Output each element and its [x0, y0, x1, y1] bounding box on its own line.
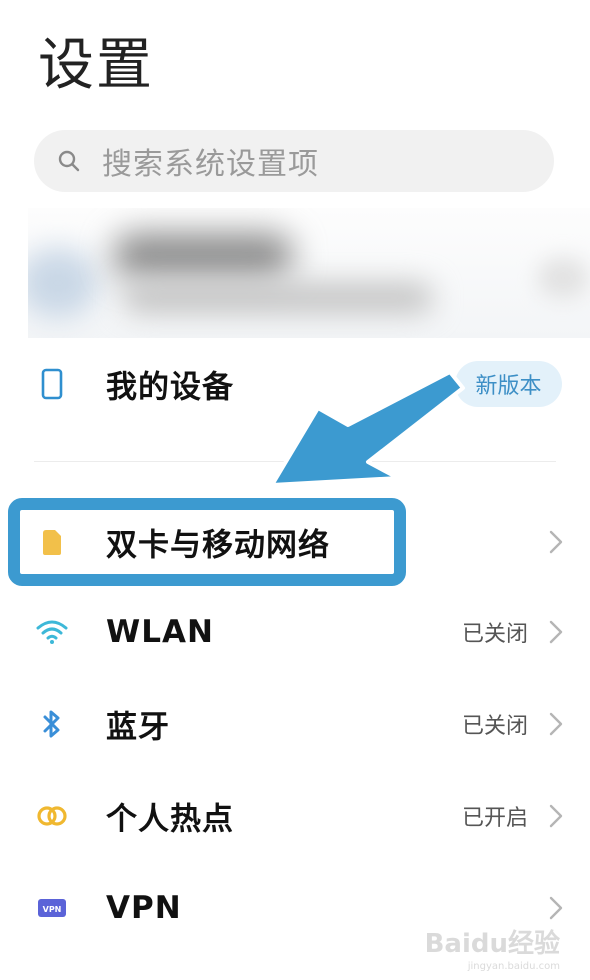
my-device-label: 我的设备: [106, 369, 234, 406]
chevron-right-icon: [549, 620, 563, 644]
status-text: 已关闭: [461, 622, 528, 647]
search-bar[interactable]: 搜索系统设置项: [34, 130, 554, 192]
chevron-right-icon: [549, 712, 563, 736]
row-label: WLAN: [106, 614, 214, 650]
wifi-icon: [36, 616, 68, 648]
account-subtitle-blurred: [123, 283, 433, 313]
bluetooth-icon: [36, 708, 68, 740]
status-text: 已开启: [461, 806, 528, 831]
avatar: [28, 248, 98, 318]
sidebar-item-bluetooth[interactable]: 蓝牙 已关闭: [0, 684, 590, 764]
chevron-right-icon: [549, 896, 563, 920]
account-name-blurred: [113, 233, 293, 278]
chevron-right-icon: [549, 530, 563, 554]
page-title: 设置: [38, 33, 154, 98]
watermark: Baidu经验 jingyan.baidu.com: [424, 923, 560, 972]
sidebar-item-hotspot[interactable]: 个人热点 已开启: [0, 776, 590, 856]
row-label: 蓝牙: [106, 709, 170, 746]
account-extra-blurred: [538, 258, 588, 298]
search-placeholder: 搜索系统设置项: [102, 147, 319, 182]
sim-card-icon: [36, 526, 68, 558]
sidebar-item-dual-sim[interactable]: 双卡与移动网络: [0, 502, 590, 582]
vpn-icon-text: VPN: [43, 905, 62, 914]
chevron-right-icon: [549, 804, 563, 828]
hotspot-icon: [36, 800, 68, 832]
new-version-badge[interactable]: 新版本: [455, 361, 562, 407]
phone-outline-icon: [36, 368, 68, 400]
my-device-item[interactable]: 我的设备 新版本: [0, 344, 590, 424]
row-label: VPN: [106, 890, 182, 926]
watermark-main: Baidu经验: [424, 929, 560, 959]
row-label: 个人热点: [106, 801, 234, 838]
status-text: 已关闭: [461, 714, 528, 739]
search-icon: [56, 148, 82, 174]
sidebar-item-wlan[interactable]: WLAN 已关闭: [0, 592, 590, 672]
row-label: 双卡与移动网络: [106, 527, 330, 564]
watermark-sub: jingyan.baidu.com: [467, 961, 560, 972]
divider: [34, 461, 556, 462]
vpn-icon: VPN: [36, 892, 68, 924]
account-card[interactable]: [28, 208, 590, 338]
